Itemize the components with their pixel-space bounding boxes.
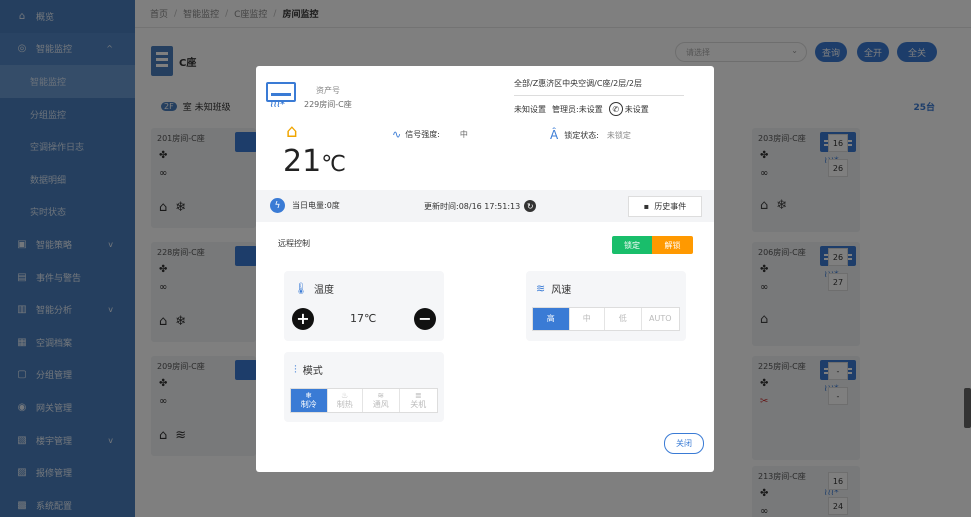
lock-status-value: 未锁定 [606, 130, 631, 140]
update-label: 更新时间: [424, 201, 459, 211]
fan-speed-high[interactable]: 高 [533, 308, 570, 330]
phone-icon: ✆ [608, 102, 623, 116]
unknown-setting: 未知设置 [514, 104, 546, 114]
fan-speed-medium[interactable]: 中 [570, 308, 606, 330]
manager-value: 未设置 [578, 104, 603, 114]
manager-info: 未知设置 管理员: 未设置 ✆ 未设置 [514, 102, 649, 116]
power-today: 当日电量:0度 [292, 201, 340, 210]
unlock-button[interactable]: 解锁 [652, 236, 693, 254]
scroll-handle[interactable] [964, 388, 971, 428]
signal-strength: ∿ 信号强度: 中 [392, 128, 468, 141]
temp-increase-button[interactable]: + [292, 308, 314, 330]
mode-heat[interactable]: ♨ 制热 [328, 389, 364, 412]
fan-speed-title: ≋ 风速 [536, 281, 571, 296]
app-root: ⌂概览 ◎智能监控^ 智能监控 分组监控 空调操作日志 数据明细 实时状态 ▣智… [0, 0, 971, 517]
mode-panel: ⫶ 模式 ❄ 制冷 ♨ 制热 ≋ 通风 ≣ 关机 [284, 352, 444, 422]
asset-value: 229房间-C座 [304, 100, 352, 109]
signal-value: 中 [459, 130, 468, 139]
cooling-wave-icon: ≀≀≀* [270, 100, 285, 110]
ac-detail-modal: ≀≀≀* 资产号 229房间-C座 全部/Z惠济区中央空调/C座/2层/2层 未… [256, 66, 714, 472]
temperature-title: 🌡 温度 [294, 281, 334, 296]
air-conditioner-icon [266, 82, 296, 102]
info-bar: ϟ 当日电量:0度 更新时间: 08/16 17:51:13 ↻ ▪ 历史事件 [256, 190, 714, 222]
mode-ventilate-label: 通风 [372, 399, 389, 409]
divider [514, 95, 684, 96]
thermometer-icon: 🌡 [294, 282, 308, 295]
wind-icon: ≋ [536, 282, 546, 295]
mode-off[interactable]: ≣ 关机 [400, 389, 437, 412]
temperature-title-text: 温度 [313, 285, 334, 296]
manager-label: 管理员: [552, 104, 579, 114]
history-events-label: 历史事件 [654, 202, 687, 211]
update-value: 08/16 17:51:13 [458, 201, 521, 211]
lock-status-icon: Â [550, 128, 559, 142]
temperature-value: 21 [283, 144, 322, 179]
temp-decrease-button[interactable]: − [414, 308, 436, 330]
mode-heat-label: 制热 [336, 399, 353, 409]
asset-label: 资产号 [316, 86, 340, 95]
home-icon: ⌂ [286, 121, 298, 142]
lock-button[interactable]: 锁定 [612, 236, 652, 254]
current-temperature: 21℃ [283, 144, 346, 179]
temperature-panel: 🌡 温度 + 17℃ − [284, 271, 444, 341]
document-icon: ▪ [643, 202, 650, 211]
fan-speed-auto[interactable]: AUTO [642, 308, 679, 330]
signal-label: 信号强度: [405, 130, 440, 139]
signal-icon: ∿ [392, 128, 402, 141]
mode-title: ⫶ 模式 [294, 362, 323, 378]
phone-value: 未设置 [624, 104, 649, 114]
mode-segment: ❄ 制冷 ♨ 制热 ≋ 通风 ≣ 关机 [290, 388, 438, 413]
remote-control-title: 远程控制 [278, 239, 310, 248]
history-events-button[interactable]: ▪ 历史事件 [628, 196, 702, 217]
lock-status-label: 锁定状态: [564, 130, 599, 140]
power-icon: ϟ [270, 198, 285, 213]
set-temperature: 17℃ [350, 312, 377, 325]
refresh-icon[interactable]: ↻ [524, 200, 537, 212]
modal-header: ≀≀≀* 资产号 229房间-C座 全部/Z惠济区中央空调/C座/2层/2层 未… [256, 66, 714, 190]
fan-speed-title-text: 风速 [551, 285, 572, 296]
close-button[interactable]: 关闭 [664, 433, 704, 454]
lock-status: Â 锁定状态: 未锁定 [550, 128, 631, 142]
sliders-icon: ⫶ [294, 362, 297, 376]
fan-speed-low[interactable]: 低 [605, 308, 642, 330]
temperature-unit: ℃ [321, 152, 346, 177]
mode-off-label: 关机 [410, 399, 427, 409]
mode-ventilate[interactable]: ≋ 通风 [363, 389, 400, 412]
mode-cool-label: 制冷 [300, 399, 317, 409]
mode-cool[interactable]: ❄ 制冷 [291, 389, 328, 412]
device-path: 全部/Z惠济区中央空调/C座/2层/2层 [514, 79, 643, 88]
update-time: 更新时间: 08/16 17:51:13 ↻ [424, 200, 537, 212]
fan-speed-segment: 高 中 低 AUTO [532, 307, 680, 331]
mode-title-text: 模式 [302, 366, 323, 377]
fan-speed-panel: ≋ 风速 高 中 低 AUTO [526, 271, 686, 341]
